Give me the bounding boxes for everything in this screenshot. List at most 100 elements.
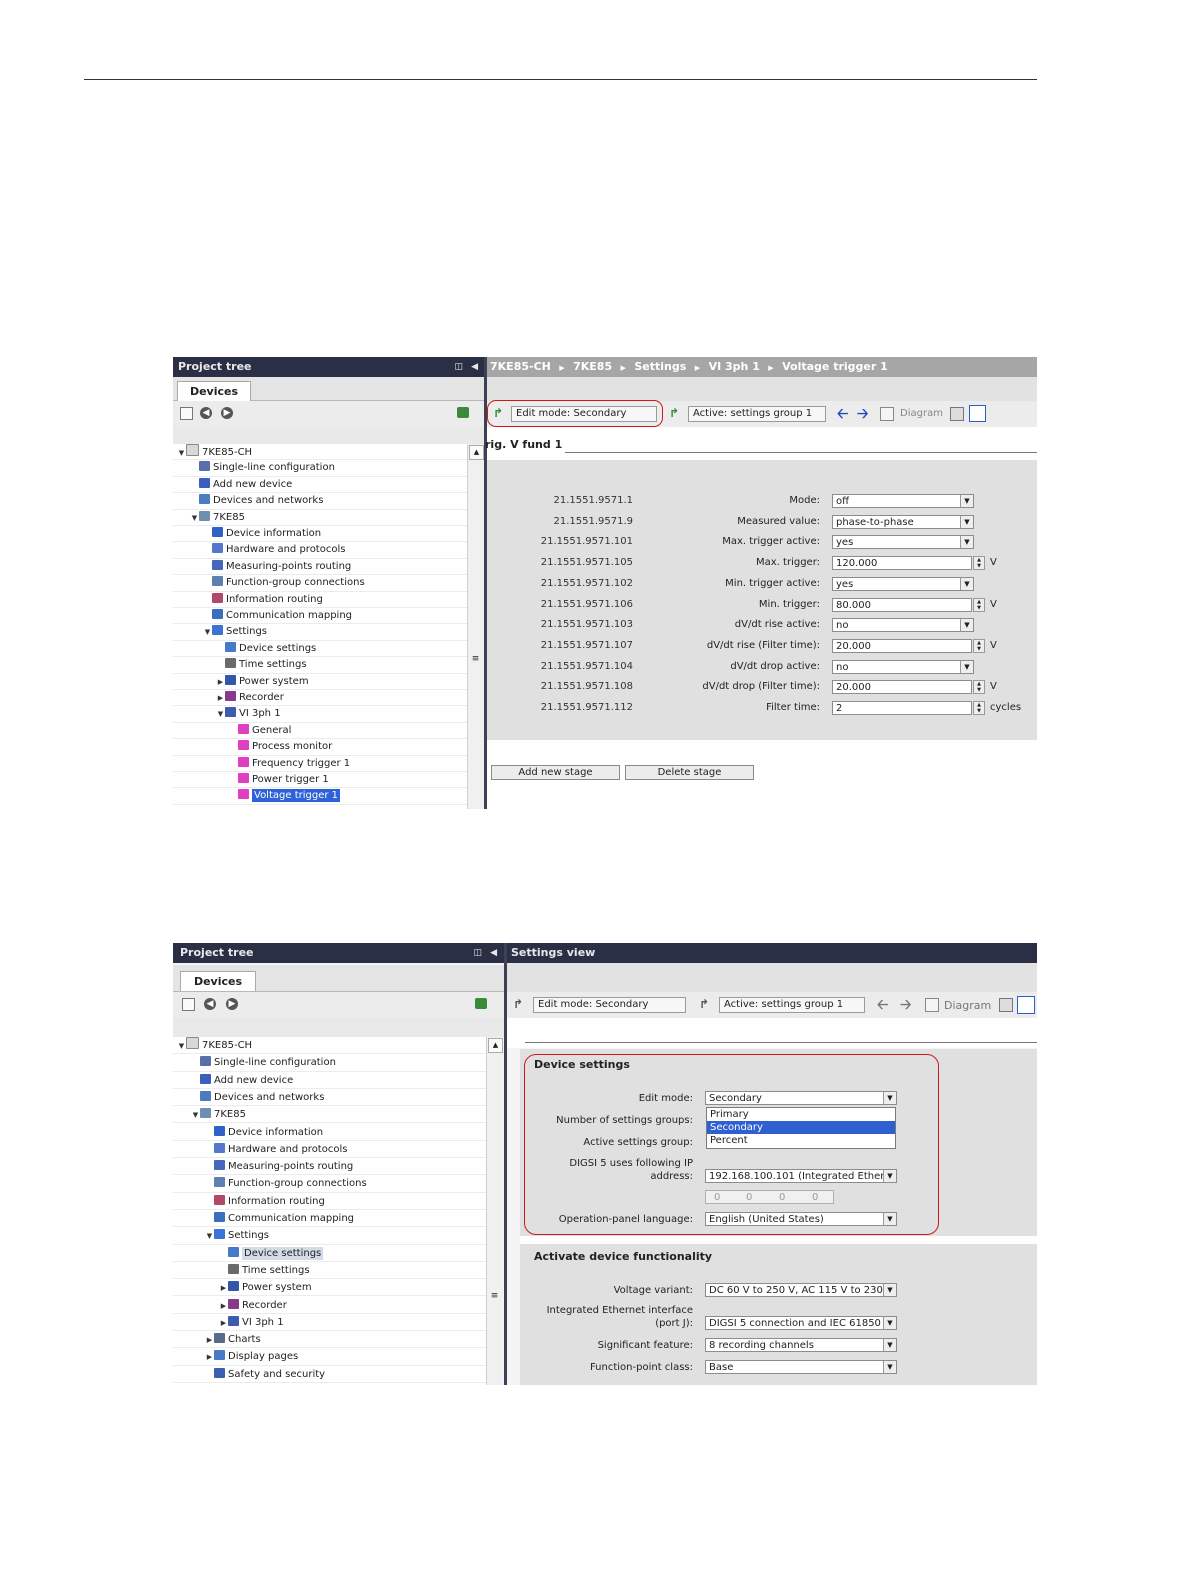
tree-item-time-settings[interactable]: Time settings: [173, 657, 467, 674]
expand-right-icon[interactable]: ▶: [219, 1280, 228, 1297]
export-icon[interactable]: [475, 998, 487, 1009]
parameter-number-input[interactable]: 20.000: [832, 680, 972, 695]
tree-item-power-trigger-1[interactable]: Power trigger 1: [173, 772, 467, 789]
chevron-down-icon[interactable]: ▼: [960, 577, 973, 590]
tree-item-voltage-trigger-1[interactable]: Voltage trigger 1: [173, 788, 467, 805]
tree-scrollbar[interactable]: ▲ ≡: [467, 444, 484, 809]
tree-item-7ke85[interactable]: ▼ 7KE85: [173, 1106, 486, 1124]
new-folder-icon[interactable]: [180, 407, 193, 420]
parameter-select[interactable]: phase-to-phase ▼: [832, 514, 974, 529]
parameter-select[interactable]: no ▼: [832, 618, 974, 633]
back-icon[interactable]: ◀: [204, 998, 216, 1010]
tree-item-devices-and-networks[interactable]: Devices and networks: [173, 493, 467, 510]
chevron-down-icon[interactable]: ▼: [960, 495, 973, 507]
collapse-left-icon[interactable]: ◀: [471, 357, 478, 377]
chevron-down-icon[interactable]: ▼: [960, 660, 973, 673]
delete-stage-button[interactable]: Delete stage: [625, 765, 754, 780]
ethernet-interface-select[interactable]: DIGSI 5 connection and IEC 61850 ▼: [705, 1316, 897, 1330]
diagram-icon[interactable]: [925, 998, 939, 1012]
tree-item-display-pages[interactable]: ▶ Display pages: [173, 1348, 486, 1366]
expand-down-icon[interactable]: ▼: [216, 706, 225, 722]
expand-right-icon[interactable]: ▶: [205, 1349, 214, 1366]
forward-icon[interactable]: ▶: [226, 998, 238, 1010]
scroll-grip-icon[interactable]: ≡: [489, 1291, 500, 1301]
tree-item-time-settings[interactable]: Time settings: [173, 1262, 486, 1280]
expand-down-icon[interactable]: ▼: [177, 1038, 186, 1055]
tree-item-information-routing[interactable]: Information routing: [173, 1193, 486, 1210]
tree-item-settings[interactable]: ▼ Settings: [173, 1227, 486, 1245]
tree-item-information-routing[interactable]: Information routing: [173, 592, 467, 608]
tree-item-device-settings[interactable]: Device settings: [173, 1245, 486, 1262]
expand-right-icon[interactable]: ▶: [219, 1315, 228, 1332]
parameter-number-input[interactable]: 2: [832, 701, 972, 715]
devices-tab[interactable]: Devices: [180, 971, 256, 991]
tree-item-hardware-and-protocols[interactable]: Hardware and protocols: [173, 542, 467, 559]
export-icon[interactable]: [457, 407, 469, 418]
tree-item-power-system[interactable]: ▶ Power system: [173, 674, 467, 690]
list-view-icon[interactable]: [1017, 996, 1035, 1014]
tree-item-single-line-configuration[interactable]: Single-line configuration: [173, 1054, 486, 1072]
edit-mode-field[interactable]: Edit mode: Secondary: [533, 997, 686, 1013]
new-folder-icon[interactable]: [182, 998, 195, 1011]
chevron-down-icon[interactable]: ▼: [960, 515, 973, 528]
spinner-icon[interactable]: ▲ ▼: [973, 556, 985, 571]
expand-down-icon[interactable]: ▼: [190, 510, 199, 526]
collapse-left-icon[interactable]: ◀: [490, 943, 497, 963]
tree-item-7ke85-ch[interactable]: ▼ 7KE85-CH: [173, 444, 467, 461]
tree-item-general[interactable]: General: [173, 723, 467, 740]
expand-down-icon[interactable]: ▼: [203, 624, 212, 640]
tree-item-add-new-device[interactable]: Add new device: [173, 1072, 486, 1089]
diagram-label[interactable]: Diagram: [944, 999, 991, 1012]
tree-item-recorder[interactable]: ▶ Recorder: [173, 690, 467, 707]
parameter-number-input[interactable]: 80.000: [832, 597, 972, 612]
tree-item-frequency-trigger-1[interactable]: Frequency trigger 1: [173, 756, 467, 772]
scroll-up-icon[interactable]: ▲: [488, 1038, 503, 1053]
tree-item-charts[interactable]: ▶ Charts: [173, 1331, 486, 1349]
edit-view-icon[interactable]: [999, 998, 1013, 1012]
tree-scrollbar[interactable]: ▲ ≡: [486, 1037, 503, 1385]
nav-back-icon[interactable]: 🡠: [877, 994, 888, 1018]
nav-back-icon[interactable]: 🡠: [837, 403, 848, 427]
expand-right-icon[interactable]: ▶: [216, 674, 225, 690]
expand-down-icon[interactable]: ▼: [205, 1228, 214, 1245]
parameter-number-input[interactable]: 120.000: [832, 556, 972, 571]
breadcrumb-item-voltage-trigger-1[interactable]: Voltage trigger 1: [782, 360, 888, 373]
breadcrumb-item-7ke85-ch[interactable]: 7KE85-CH: [490, 360, 551, 373]
parameter-number-input[interactable]: 20.000: [832, 638, 972, 653]
tree-item-safety-and-security[interactable]: Safety and security: [173, 1366, 486, 1383]
chevron-down-icon[interactable]: ▼: [960, 536, 973, 549]
chevron-down-icon[interactable]: ▼: [960, 619, 973, 632]
tree-item-7ke85[interactable]: ▼ 7KE85: [173, 510, 467, 526]
tree-item-device-settings[interactable]: Device settings: [173, 641, 467, 658]
function-point-class-select[interactable]: Base ▼: [705, 1360, 897, 1374]
add-new-stage-button[interactable]: Add new stage: [491, 765, 620, 780]
chevron-down-icon[interactable]: ▼: [883, 1361, 896, 1373]
active-group-field[interactable]: Active: settings group 1: [719, 997, 865, 1013]
chevron-down-icon[interactable]: ▼: [883, 1317, 896, 1329]
parameter-select[interactable]: yes ▼: [832, 535, 974, 550]
scroll-grip-icon[interactable]: ≡: [470, 654, 481, 664]
tree-item-add-new-device[interactable]: Add new device: [173, 477, 467, 494]
pin-icon[interactable]: ◫: [454, 357, 463, 377]
expand-right-icon[interactable]: ▶: [205, 1332, 214, 1349]
tree-item-communication-mapping[interactable]: Communication mapping: [173, 608, 467, 625]
chevron-down-icon[interactable]: ▼: [883, 1284, 896, 1296]
tree-item-device-information[interactable]: Device information: [173, 1124, 486, 1141]
list-view-icon[interactable]: [969, 405, 986, 422]
forward-icon[interactable]: ▶: [221, 407, 233, 419]
spinner-icon[interactable]: ▲ ▼: [973, 597, 985, 612]
parameter-select[interactable]: no ▼: [832, 659, 974, 674]
nav-forward-icon[interactable]: 🡢: [857, 403, 868, 427]
spinner-icon[interactable]: ▲ ▼: [973, 638, 985, 653]
tree-item-vi-3ph-1[interactable]: ▶ VI 3ph 1: [173, 1314, 486, 1332]
expand-down-icon[interactable]: ▼: [177, 445, 186, 461]
spinner-icon[interactable]: ▲ ▼: [973, 680, 985, 695]
breadcrumb-item-vi-3ph-1[interactable]: VI 3ph 1: [709, 360, 760, 373]
tree-item-single-line-configuration[interactable]: Single-line configuration: [173, 460, 467, 477]
spinner-icon[interactable]: ▲ ▼: [973, 701, 985, 715]
devices-tab[interactable]: Devices: [177, 381, 251, 401]
tree-item-device-information[interactable]: Device information: [173, 526, 467, 543]
significant-feature-select[interactable]: 8 recording channels ▼: [705, 1338, 897, 1352]
nav-forward-icon[interactable]: 🡢: [900, 994, 911, 1018]
tree-item-7ke85-ch[interactable]: ▼ 7KE85-CH: [173, 1037, 486, 1055]
